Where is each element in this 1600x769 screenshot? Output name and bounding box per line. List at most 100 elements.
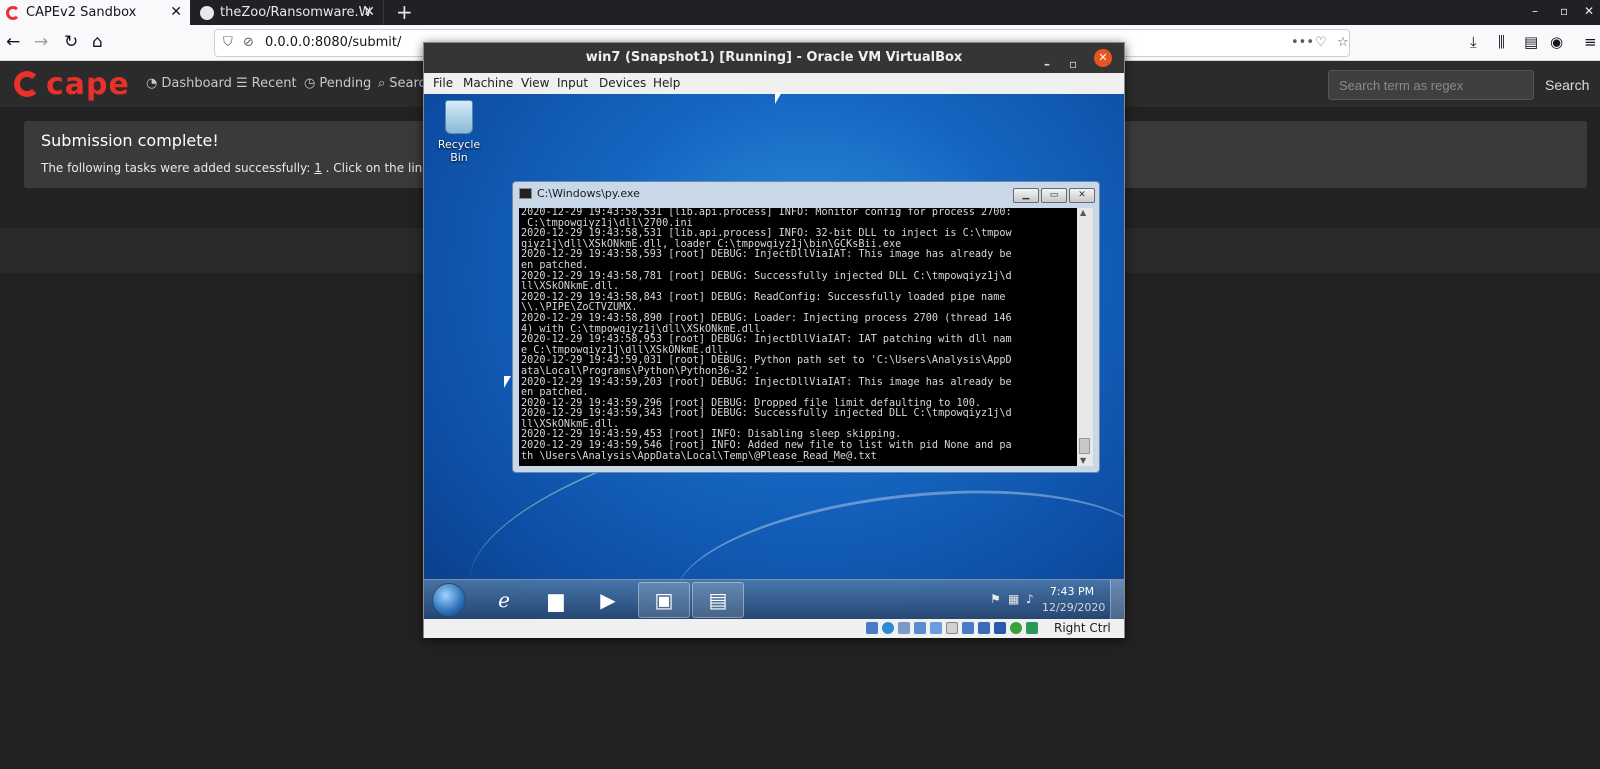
virtualbox-window[interactable]: win7 (Snapshot1) [Running] - Oracle VM V… xyxy=(423,42,1125,638)
nav-recent[interactable]: ☰ Recent xyxy=(236,76,297,91)
close-tab-icon[interactable]: ✕ xyxy=(363,4,375,20)
console-maximize-button[interactable]: ▭ xyxy=(1041,188,1067,203)
sidebar-icon[interactable]: ▤ xyxy=(1524,33,1538,51)
vbox-titlebar[interactable]: win7 (Snapshot1) [Running] - Oracle VM V… xyxy=(424,43,1124,73)
screen: CAPEv2 Sandbox ✕ theZoo/Ransomware.Wa ✕ … xyxy=(0,0,1600,769)
shared-folders-icon[interactable] xyxy=(946,622,958,634)
console-output[interactable]: 2020-12-29 19:43:58,531 [lib.api.process… xyxy=(519,208,1077,466)
nav-search[interactable]: ⌕ Searc xyxy=(378,76,426,91)
search-button[interactable]: Search xyxy=(1545,70,1589,100)
guest-taskbar: ℯ ▆ ▶ ▣ ▤ ⚑ ▦ ♪ 7:43 PM 12/29/2020 xyxy=(424,579,1124,619)
console-titlebar[interactable]: C:\Windows\py.exe ▁ ▭ ✕ xyxy=(513,182,1099,206)
console-text: 2020-12-29 19:43:58,531 [lib.api.process… xyxy=(521,208,1012,462)
close-tab-icon[interactable]: ✕ xyxy=(170,4,182,20)
shield-icon[interactable]: ⛉ xyxy=(223,35,233,50)
home-icon[interactable]: ⌂ xyxy=(92,32,103,52)
menu-help[interactable]: Help xyxy=(653,76,680,90)
console-close-button[interactable]: ✕ xyxy=(1069,188,1095,203)
menu-machine[interactable]: Machine xyxy=(463,76,513,90)
alert-text: The following tasks were added successfu… xyxy=(41,161,315,175)
downloads-icon[interactable]: ⤓ xyxy=(1470,33,1477,51)
menu-icon[interactable]: ≡ xyxy=(1584,33,1597,51)
host-key-label: Right Ctrl xyxy=(1054,621,1111,635)
nav-pending[interactable]: ◷ Pending xyxy=(304,76,371,91)
library-icon[interactable]: ⫼ xyxy=(1498,33,1505,51)
media-player-icon[interactable]: ▶ xyxy=(582,582,634,618)
bookmark-star-icon[interactable]: ☆ xyxy=(1337,35,1349,50)
url-text[interactable]: 0.0.0.0:8080/submit/ xyxy=(265,35,401,50)
clock-icon: ◷ xyxy=(304,76,316,91)
recycle-bin-label: Recycle Bin xyxy=(437,138,481,164)
cape-logo-icon xyxy=(14,71,40,97)
mouse-integration-icon[interactable] xyxy=(1010,622,1022,634)
scroll-down-icon[interactable]: ▼ xyxy=(1080,456,1086,465)
host-mouse-cursor-icon xyxy=(775,92,788,104)
console-app-icon xyxy=(519,188,532,199)
taskbar-app-2-icon[interactable]: ▤ xyxy=(692,582,744,618)
console-minimize-button[interactable]: ▁ xyxy=(1013,188,1039,203)
tab-title: CAPEv2 Sandbox xyxy=(26,5,137,20)
menu-devices[interactable]: Devices xyxy=(599,76,646,90)
cape-logo[interactable]: cape xyxy=(14,66,130,102)
guest-desktop[interactable]: Recycle Bin C:\Windows\py.exe ▁ ▭ ✕ 2020… xyxy=(424,94,1124,619)
page-actions-icon[interactable]: ••• xyxy=(1291,35,1314,50)
console-title: C:\Windows\py.exe xyxy=(537,187,640,200)
window-minimize-button[interactable]: – xyxy=(1532,4,1538,18)
taskbar-app-1-icon[interactable]: ▣ xyxy=(638,582,690,618)
action-center-icon[interactable]: ⚑ xyxy=(990,592,1001,606)
nav-label: Recent xyxy=(251,76,297,91)
clock-date: 12/29/2020 xyxy=(1042,601,1106,614)
back-icon[interactable]: ← xyxy=(6,32,20,52)
account-icon[interactable]: ◉ xyxy=(1550,33,1563,51)
file-explorer-icon[interactable]: ▆ xyxy=(530,582,582,618)
dashboard-icon: ◔ xyxy=(146,76,158,91)
window-restore-button[interactable]: ▫ xyxy=(1560,4,1568,18)
list-icon: ☰ xyxy=(236,76,248,91)
keyboard-capture-icon[interactable] xyxy=(1026,622,1038,634)
nav-dashboard[interactable]: ◔ Dashboard xyxy=(146,76,232,91)
menu-file[interactable]: File xyxy=(433,76,453,90)
recycle-bin-icon xyxy=(445,100,473,134)
display-icon[interactable] xyxy=(962,622,974,634)
forward-icon[interactable]: → xyxy=(34,32,48,52)
alert-title: Submission complete! xyxy=(41,131,219,150)
menu-input[interactable]: Input xyxy=(557,76,588,90)
virtualization-icon[interactable] xyxy=(994,622,1006,634)
cape-logo-text: cape xyxy=(46,66,130,102)
optical-drive-icon[interactable] xyxy=(882,622,894,634)
search-icon: ⌕ xyxy=(378,76,386,91)
regex-search-input[interactable] xyxy=(1328,70,1534,100)
menu-view[interactable]: View xyxy=(521,76,549,90)
network-icon[interactable]: ▦ xyxy=(1008,592,1019,606)
scroll-up-icon[interactable]: ▲ xyxy=(1080,208,1086,217)
tab-capev2-sandbox[interactable]: CAPEv2 Sandbox ✕ xyxy=(0,0,190,25)
hard-disk-icon[interactable] xyxy=(866,622,878,634)
vbox-close-icon[interactable]: ✕ xyxy=(1094,49,1112,67)
nav-label: Dashboard xyxy=(161,76,232,91)
usb-icon[interactable] xyxy=(930,622,942,634)
nav-label: Pending xyxy=(319,76,372,91)
window-close-button[interactable]: ✕ xyxy=(1584,4,1594,18)
vbox-menubar: File Machine View Input Devices Help xyxy=(424,73,1124,94)
new-tab-button[interactable]: + xyxy=(396,1,413,23)
console-window[interactable]: C:\Windows\py.exe ▁ ▭ ✕ 2020-12-29 19:43… xyxy=(512,181,1100,473)
task-link[interactable]: 1 xyxy=(314,161,322,175)
pocket-icon[interactable]: ♡ xyxy=(1315,35,1327,50)
tab-thezoo[interactable]: theZoo/Ransomware.Wa ✕ xyxy=(194,0,384,25)
insecure-lock-icon[interactable]: ⊘ xyxy=(243,35,254,50)
show-desktop-button[interactable] xyxy=(1110,580,1124,619)
system-clock[interactable]: 7:43 PM 12/29/2020 xyxy=(1042,584,1106,616)
alert-message: The following tasks were added successfu… xyxy=(41,161,467,175)
console-scrollbar[interactable]: ▲ ▼ xyxy=(1077,208,1093,466)
internet-explorer-icon[interactable]: ℯ xyxy=(478,582,530,618)
browser-tab-strip: CAPEv2 Sandbox ✕ theZoo/Ransomware.Wa ✕ … xyxy=(0,0,1600,25)
volume-icon[interactable]: ♪ xyxy=(1026,592,1034,606)
clock-time: 7:43 PM xyxy=(1049,585,1095,598)
audio-icon[interactable] xyxy=(898,622,910,634)
start-button[interactable] xyxy=(432,583,466,617)
network-adapter-icon[interactable] xyxy=(914,622,926,634)
reload-icon[interactable]: ↻ xyxy=(64,32,78,52)
scrollbar-thumb[interactable] xyxy=(1079,438,1090,454)
recycle-bin[interactable]: Recycle Bin xyxy=(430,100,488,164)
recording-icon[interactable] xyxy=(978,622,990,634)
